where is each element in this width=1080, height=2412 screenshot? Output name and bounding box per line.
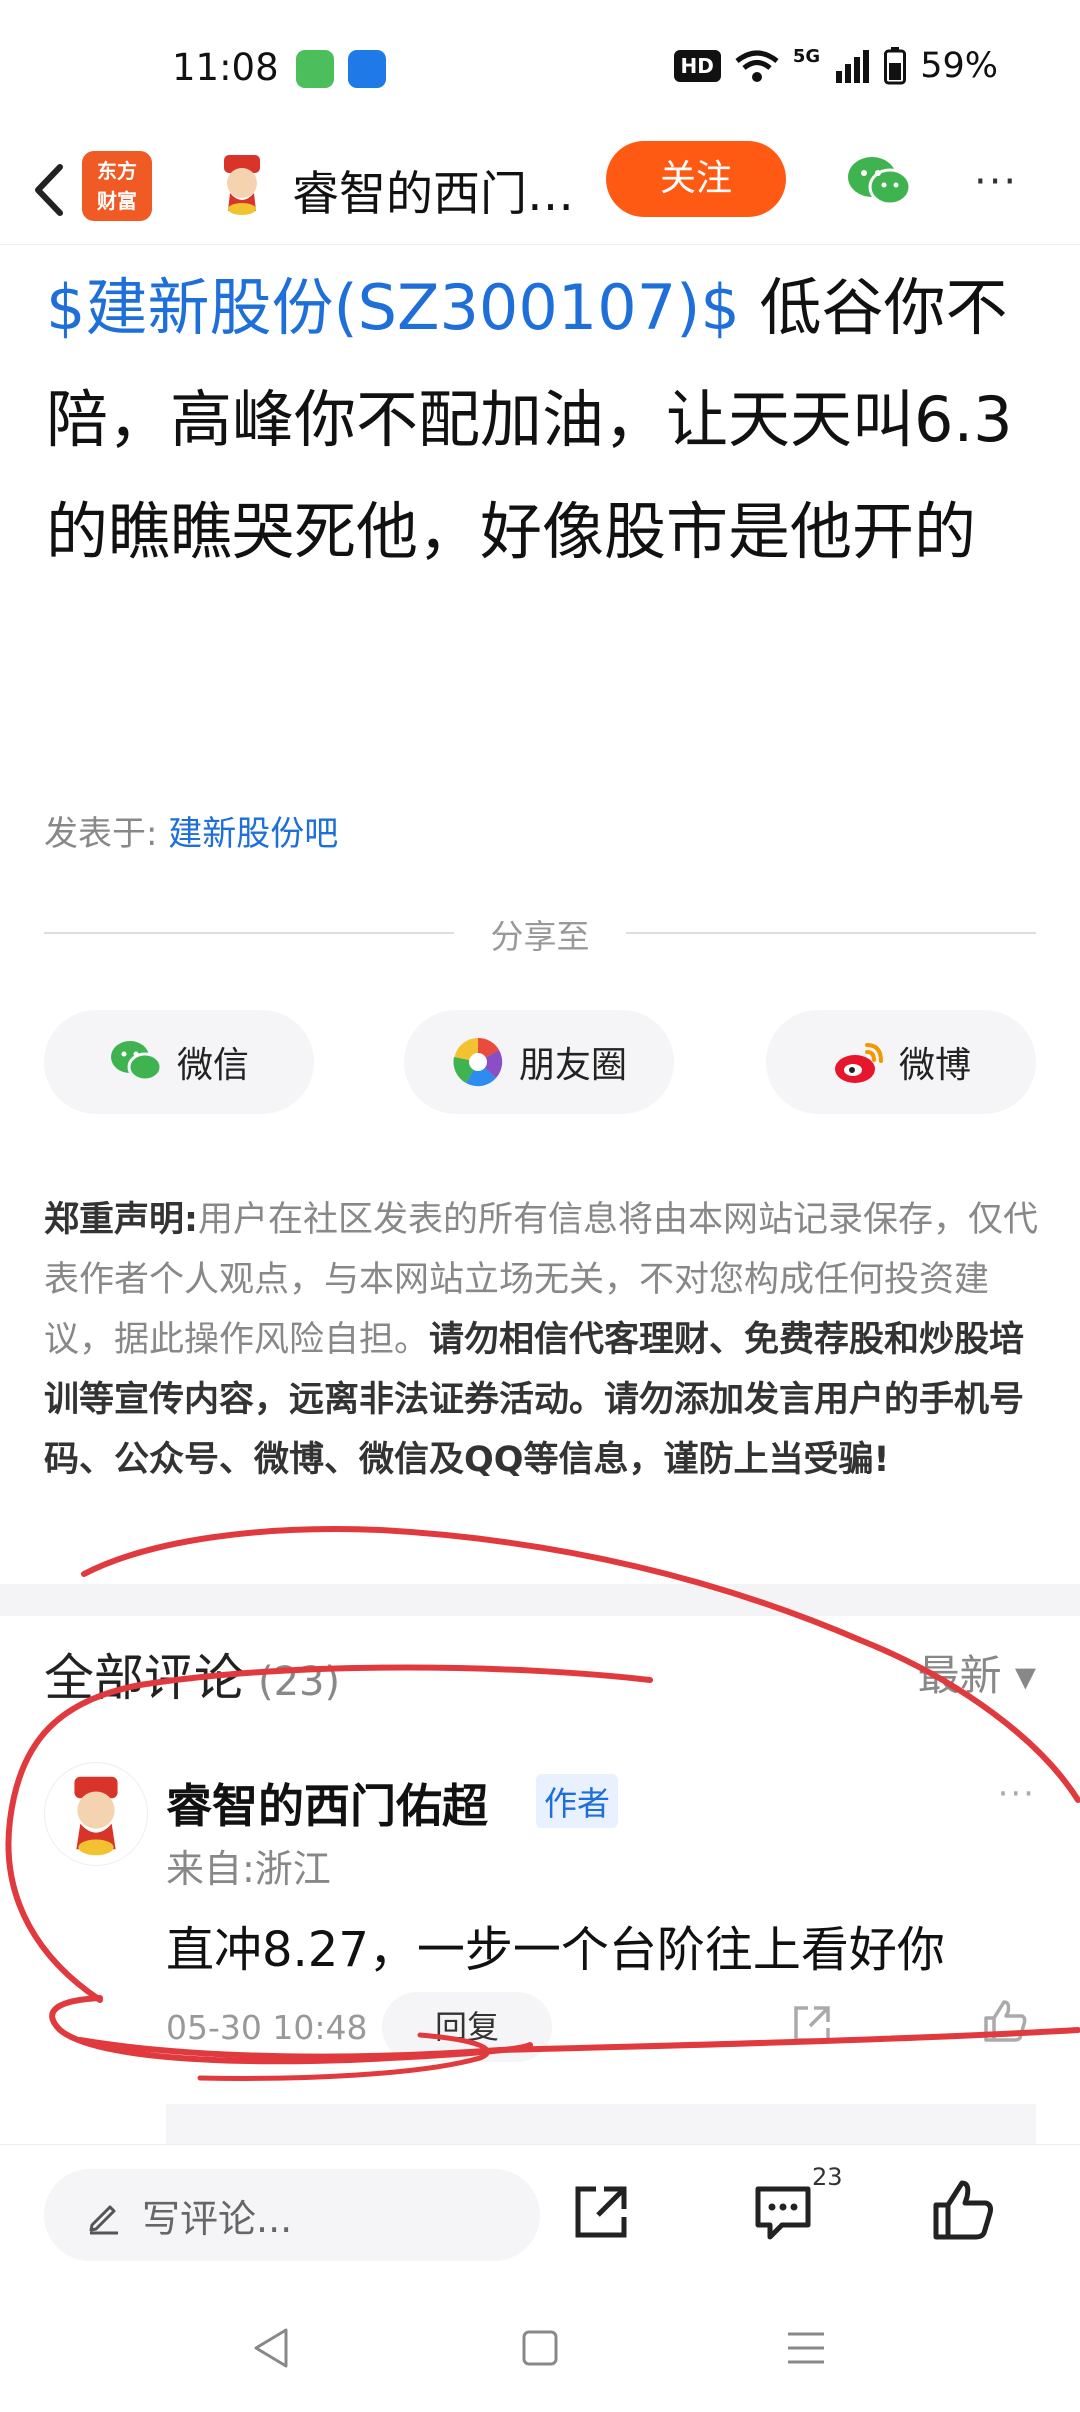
hd-icon: HD [673, 50, 721, 82]
back-arrow-icon[interactable] [20, 145, 90, 235]
nav-home-icon[interactable] [510, 2318, 570, 2378]
battery-level: 59% [920, 46, 998, 86]
eastmoney-logo: 东方 财富 [82, 151, 152, 221]
commenter-avatar[interactable] [44, 1762, 148, 1866]
author-badge: 作者 [536, 1774, 618, 1828]
reply-preview-strip [166, 2104, 1036, 2144]
divider-line-right [626, 932, 1036, 934]
wechat-icon[interactable] [846, 153, 912, 209]
bottom-action-bar: 写评论... 23 [0, 2144, 1080, 2284]
system-navigation-bar [0, 2284, 1080, 2412]
battery-icon [884, 47, 907, 85]
comment-text: 直冲8.27，一步一个台阶往上看好你 [166, 1922, 945, 1978]
disclaimer: 郑重声明:用户在社区发表的所有信息将由本网站记录保存，仅代表作者个人观点，与本网… [44, 1190, 1038, 1490]
comment-bubble-icon[interactable] [752, 2181, 814, 2243]
thumbs-up-icon[interactable] [980, 1996, 1030, 2046]
sort-dropdown[interactable]: 最新 ▾ [918, 1642, 1036, 1703]
section-separator [0, 1584, 1080, 1616]
source-forum-link[interactable]: 建新股份吧 [168, 814, 338, 854]
nav-back-icon[interactable] [242, 2318, 302, 2378]
post-content: $建新股份(SZ300107)$ 低谷你不陪，高峰你不配加油，让天天叫6.3的瞧… [46, 252, 1036, 588]
follow-button[interactable]: 关注 [606, 141, 786, 217]
logo-line-2: 财富 [97, 189, 137, 213]
share-divider: 分享至 [44, 910, 1036, 956]
comment-placeholder: 写评论... [142, 2196, 293, 2241]
top-navigation-bar: 东方 财富 睿智的西门… 关注 ··· [0, 135, 1080, 245]
thumbs-up-icon[interactable] [930, 2177, 996, 2243]
status-time: 11:08 [172, 46, 279, 89]
share-icon[interactable] [788, 2000, 836, 2048]
share-icon[interactable] [570, 2181, 632, 2243]
stock-link[interactable]: $建新股份(SZ300107)$ [46, 271, 740, 344]
comments-title: 全部评论 [44, 1649, 244, 1707]
author-avatar-small[interactable] [206, 149, 278, 221]
pencil-icon [89, 2205, 118, 2235]
comment-more-button[interactable]: ··· [998, 1774, 1036, 1814]
moments-icon [453, 1037, 503, 1087]
more-options-button[interactable]: ··· [974, 159, 1034, 205]
weibo-icon [834, 1043, 883, 1083]
commenter-name[interactable]: 睿智的西门佑超 [166, 1770, 488, 1836]
comment-input[interactable]: 写评论... [44, 2169, 540, 2261]
disclaimer-heading: 郑重声明: [44, 1200, 198, 1240]
comment-count-badge: 23 [812, 2163, 843, 2191]
share-wechat-label: 微信 [176, 1045, 249, 1086]
comments-header: 全部评论 (23) 最新 ▾ [44, 1638, 1036, 1708]
share-moments-label: 朋友圈 [518, 1045, 627, 1086]
share-title: 分享至 [490, 917, 590, 956]
reply-button[interactable]: 回复 [382, 1992, 552, 2062]
comment-location: 来自:浙江 [166, 1847, 331, 1891]
wifi-icon [735, 50, 779, 82]
nav-menu-icon[interactable] [776, 2318, 836, 2378]
comment-item: 睿智的西门佑超 作者 ··· 来自:浙江 直冲8.27，一步一个台阶往上看好你 … [44, 1760, 1036, 2062]
post-source: 发表于: 建新股份吧 [44, 806, 338, 855]
signal-icon [836, 50, 870, 83]
share-wechat-button[interactable]: 微信 [44, 1010, 314, 1114]
messages-app-icon [296, 50, 334, 88]
author-title[interactable]: 睿智的西门… [292, 155, 574, 224]
network-type: 5G [792, 45, 821, 67]
status-bar: 11:08 HD 5G 59% [0, 0, 1080, 135]
logo-line-1: 东方 [97, 159, 137, 183]
source-prefix: 发表于: [44, 814, 169, 854]
comments-count: (23) [258, 1659, 341, 1705]
status-right-cluster: HD 5G 59% [673, 45, 998, 86]
security-app-icon [348, 50, 386, 88]
share-weibo-label: 微博 [898, 1045, 971, 1086]
wechat-icon [110, 1041, 163, 1082]
share-moments-button[interactable]: 朋友圈 [404, 1010, 674, 1114]
share-weibo-button[interactable]: 微博 [766, 1010, 1036, 1114]
comment-timestamp: 05-30 10:48 [166, 2008, 368, 2047]
